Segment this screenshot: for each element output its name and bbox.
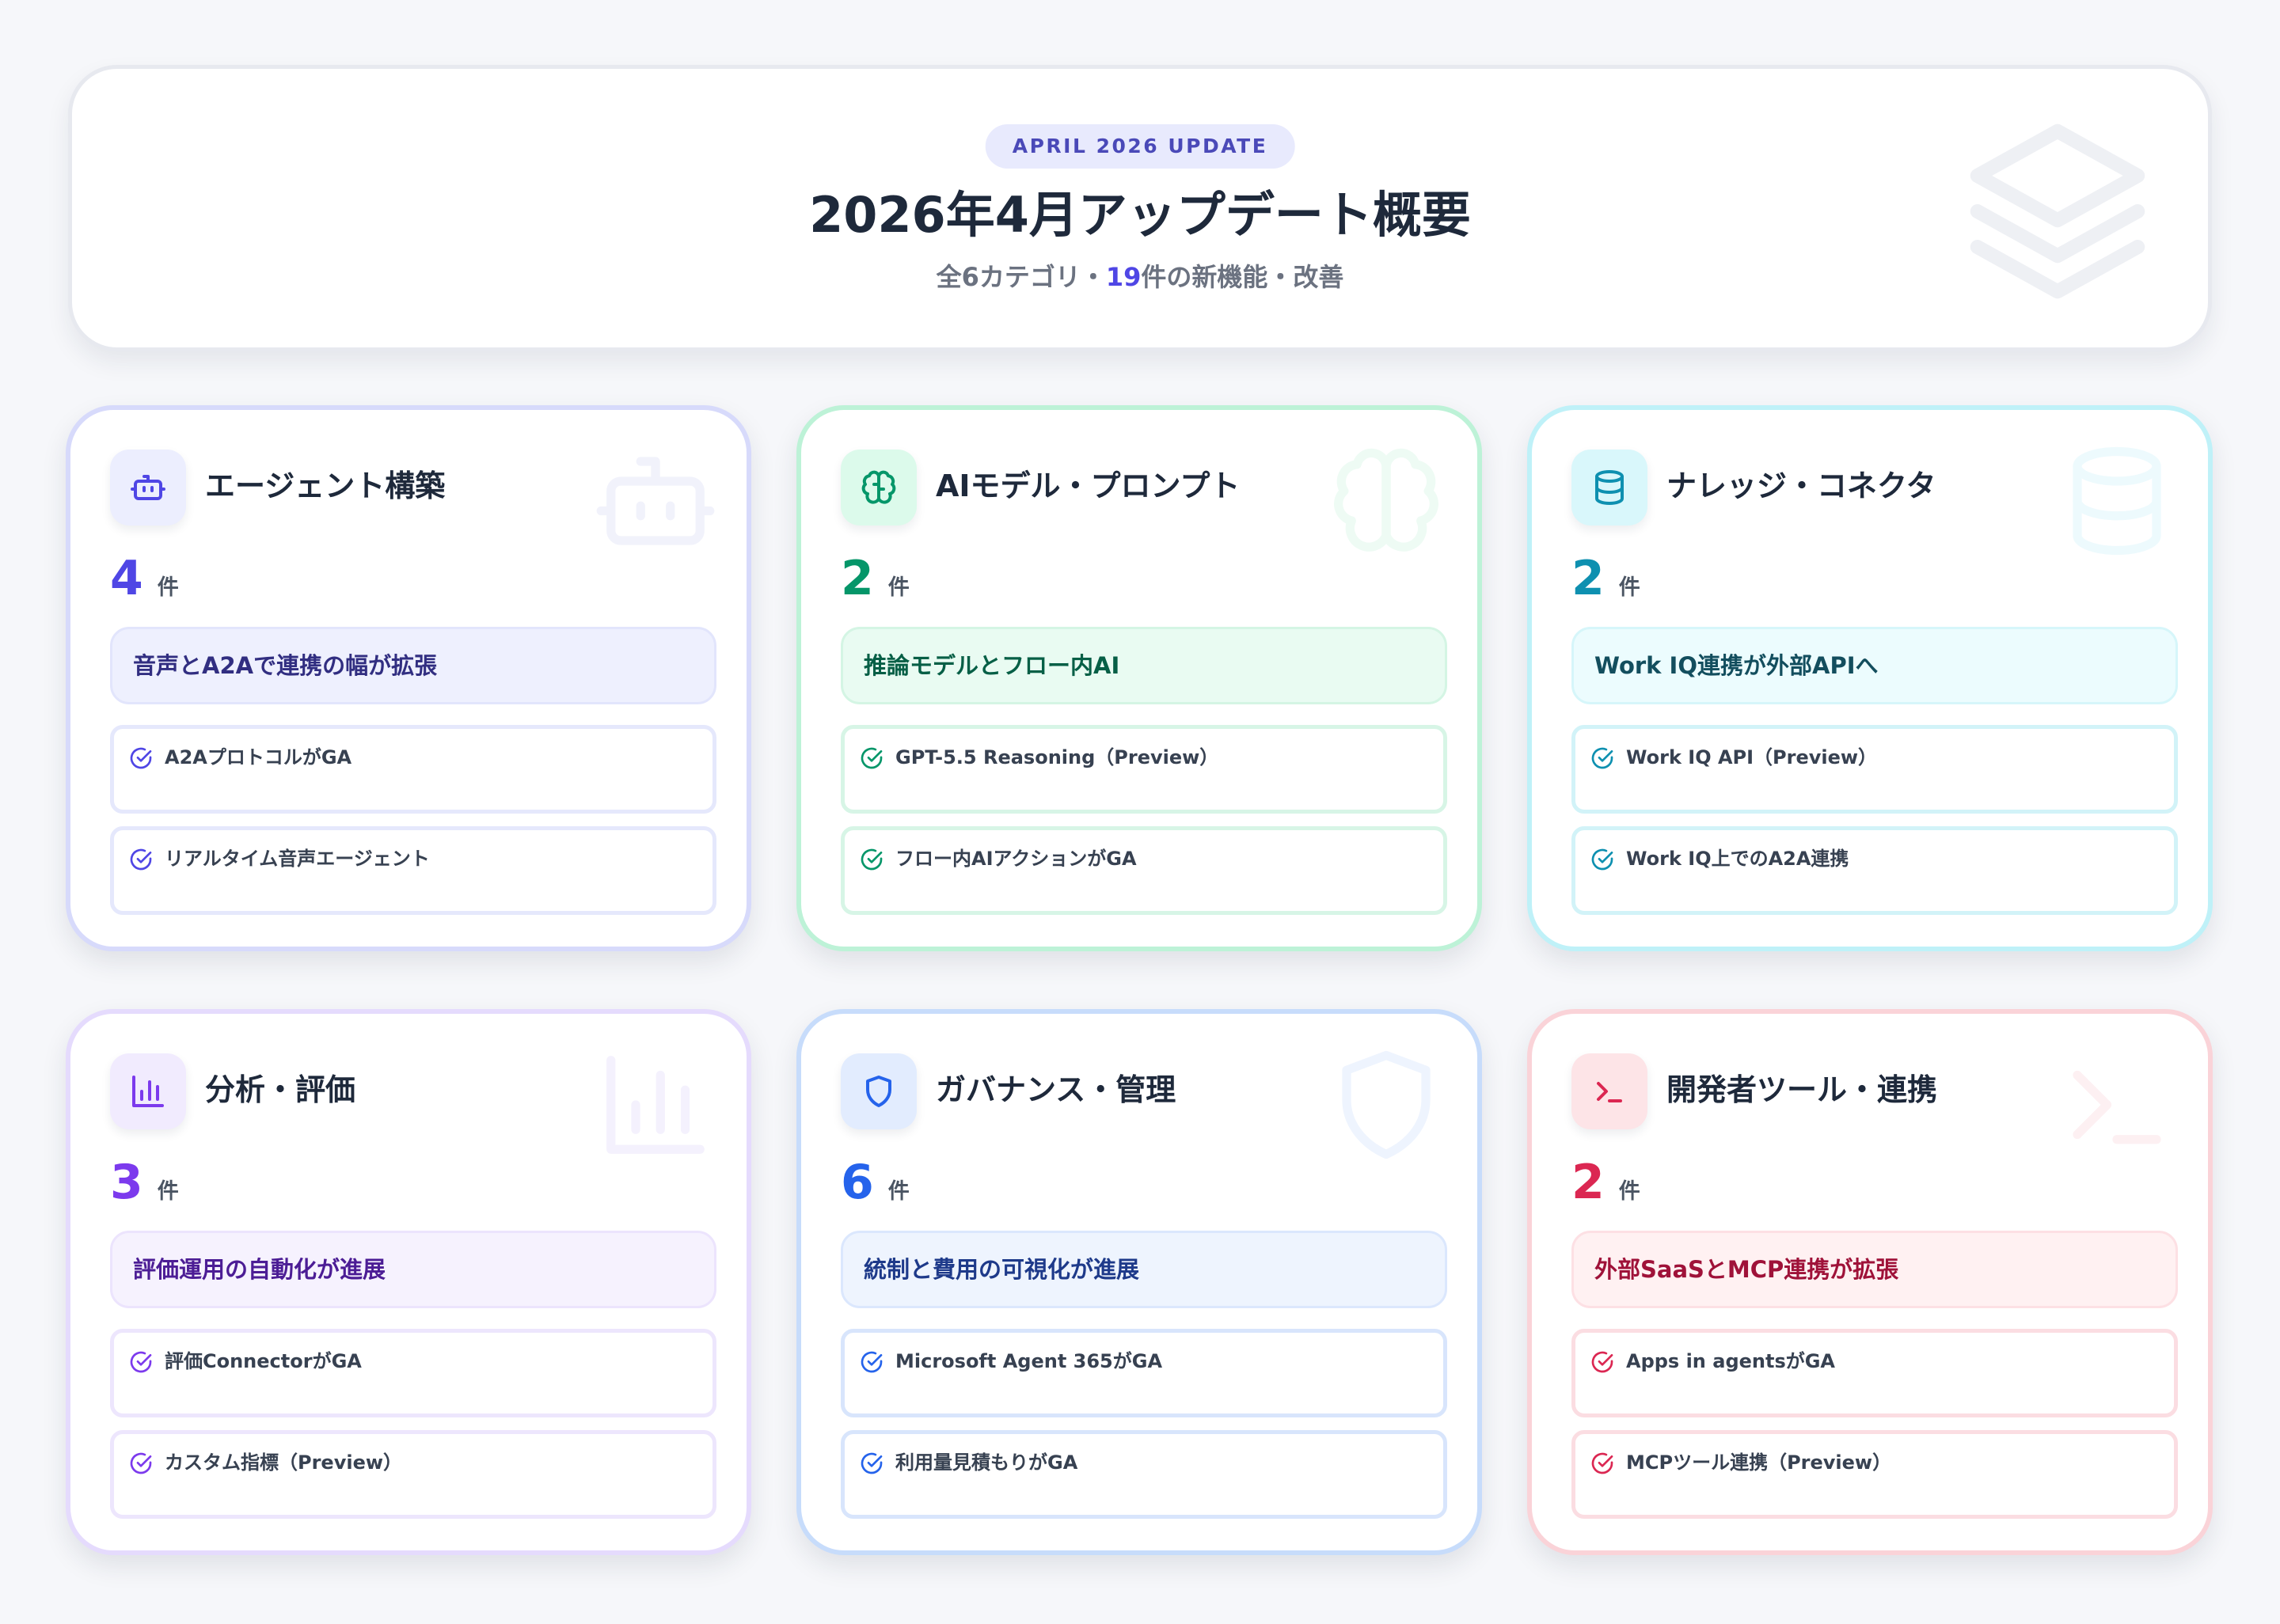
update-badge: APRIL 2026 UPDATE (985, 124, 1295, 169)
category-icon-box (110, 450, 186, 526)
check-circle-icon (1591, 1351, 1613, 1373)
category-card-ai-models: AIモデル・プロンプト 2 件 推論モデルとフロー内AI GPT-5.5 Rea… (796, 405, 1482, 951)
bar-chart-watermark-icon (606, 1056, 705, 1154)
feature-item-label: フロー内AIアクションがGA (895, 848, 1137, 870)
feature-item-label: カスタム指標（Preview） (165, 1451, 403, 1474)
subtitle-prefix: 全6カテゴリ・ (936, 262, 1106, 292)
feature-item: リアルタイム音声エージェント (110, 826, 716, 915)
subtitle-suffix: 件の新機能・改善 (1141, 262, 1344, 292)
count-row: 2 件 (841, 551, 910, 606)
bot-watermark-icon (596, 457, 715, 545)
feature-item: MCPツール連携（Preview） (1571, 1430, 2178, 1519)
feature-item: Work IQ API（Preview） (1571, 725, 2178, 814)
category-card-governance: ガバナンス・管理 6 件 統制と費用の可視化が進展 Microsoft Agen… (796, 1009, 1482, 1555)
feature-item-label: Apps in agentsがGA (1626, 1350, 1836, 1372)
bot-icon (131, 475, 165, 500)
category-icon-box (1571, 450, 1647, 526)
feature-item-label: 利用量見積もりがGA (895, 1451, 1078, 1474)
category-title: エージェント構築 (205, 469, 446, 503)
category-icon-box (841, 1053, 917, 1129)
feature-item: Work IQ上でのA2A連携 (1571, 826, 2178, 915)
database-icon (1595, 470, 1624, 505)
terminal-watermark-icon (2073, 1070, 2161, 1144)
feature-item-label: リアルタイム音声エージェント (165, 848, 430, 870)
count-unit: 件 (157, 1179, 179, 1204)
check-circle-icon (130, 747, 152, 769)
category-title: 開発者ツール・連携 (1666, 1072, 1938, 1107)
item-count: 2 (1571, 1155, 1605, 1210)
check-circle-icon (861, 747, 883, 769)
highlight-summary: 音声とA2Aで連携の幅が拡張 (110, 627, 716, 704)
category-title: ガバナンス・管理 (936, 1072, 1176, 1107)
feature-item: Microsoft Agent 365がGA (841, 1329, 1447, 1417)
highlight-summary: 推論モデルとフロー内AI (841, 627, 1447, 704)
feature-item-label: Work IQ API（Preview） (1626, 746, 1878, 768)
shield-icon (866, 1076, 891, 1107)
feature-item: A2AプロトコルがGA (110, 725, 716, 814)
brain-watermark-icon (1334, 448, 1438, 552)
highlight-summary: Work IQ連携が外部APIへ (1571, 627, 2178, 704)
count-row: 3 件 (110, 1155, 179, 1210)
item-count: 2 (1571, 551, 1605, 606)
feature-item-label: A2AプロトコルがGA (165, 746, 352, 768)
count-row: 6 件 (841, 1155, 910, 1210)
check-circle-icon (1591, 1452, 1613, 1474)
check-circle-icon (1591, 747, 1613, 769)
feature-item-label: MCPツール連携（Preview） (1626, 1451, 1892, 1474)
item-count: 3 (110, 1155, 143, 1210)
category-title: ナレッジ・コネクタ (1666, 469, 1936, 503)
check-circle-icon (130, 848, 152, 871)
item-count: 4 (110, 551, 143, 606)
check-circle-icon (130, 1351, 152, 1373)
feature-item: GPT-5.5 Reasoning（Preview） (841, 725, 1447, 814)
feature-item: Apps in agentsがGA (1571, 1329, 2178, 1417)
feature-item-label: Microsoft Agent 365がGA (895, 1350, 1163, 1372)
feature-item: フロー内AIアクションがGA (841, 826, 1447, 915)
item-count: 2 (841, 551, 874, 606)
highlight-summary: 外部SaaSとMCP連携が拡張 (1571, 1231, 2178, 1308)
check-circle-icon (130, 1452, 152, 1474)
count-row: 2 件 (1571, 551, 1640, 606)
category-icon-box (110, 1053, 186, 1129)
count-unit: 件 (887, 575, 910, 600)
category-icon-box (841, 450, 917, 526)
count-row: 2 件 (1571, 1155, 1640, 1210)
count-unit: 件 (1618, 575, 1640, 600)
brain-icon (861, 470, 896, 504)
count-unit: 件 (1618, 1179, 1640, 1204)
check-circle-icon (861, 1452, 883, 1474)
highlight-summary: 統制と費用の可視化が進展 (841, 1231, 1447, 1308)
item-count: 6 (841, 1155, 874, 1210)
category-card-developer-tools: 開発者ツール・連携 2 件 外部SaaSとMCP連携が拡張 Apps in ag… (1527, 1009, 2213, 1555)
category-card-agent-building: エージェント構築 4 件 音声とA2Aで連携の幅が拡張 A2AプロトコルがGA … (66, 405, 751, 951)
category-title: 分析・評価 (205, 1072, 356, 1107)
check-circle-icon (1591, 848, 1613, 871)
category-card-analytics: 分析・評価 3 件 評価運用の自動化が進展 評価ConnectorがGA カスタ… (66, 1009, 751, 1555)
header-card: APRIL 2026 UPDATE 2026年4月アップデート概要 全6カテゴリ… (68, 65, 2212, 351)
bar-chart-icon (132, 1076, 164, 1107)
category-icon-box (1571, 1053, 1647, 1129)
category-card-knowledge-connectors: ナレッジ・コネクタ 2 件 Work IQ連携が外部APIへ Work IQ A… (1527, 405, 2213, 951)
feature-item-label: 評価ConnectorがGA (165, 1350, 362, 1372)
feature-item: 利用量見積もりがGA (841, 1430, 1447, 1519)
count-unit: 件 (157, 575, 179, 600)
subtitle-count: 19 (1105, 262, 1142, 292)
terminal-icon (1597, 1082, 1622, 1102)
page-title: 2026年4月アップデート概要 (809, 186, 1471, 244)
count-row: 4 件 (110, 551, 179, 606)
database-watermark-icon (2073, 446, 2161, 556)
category-title: AIモデル・プロンプト (936, 469, 1241, 503)
check-circle-icon (861, 1351, 883, 1373)
feature-item: 評価ConnectorがGA (110, 1329, 716, 1417)
feature-item: カスタム指標（Preview） (110, 1430, 716, 1519)
page-subtitle: 全6カテゴリ・19件の新機能・改善 (72, 259, 2208, 295)
highlight-summary: 評価運用の自動化が進展 (110, 1231, 716, 1308)
shield-watermark-icon (1342, 1050, 1431, 1159)
feature-item-label: Work IQ上でのA2A連携 (1626, 848, 1849, 870)
count-unit: 件 (887, 1179, 910, 1204)
feature-item-label: GPT-5.5 Reasoning（Preview） (895, 746, 1219, 768)
check-circle-icon (861, 848, 883, 871)
